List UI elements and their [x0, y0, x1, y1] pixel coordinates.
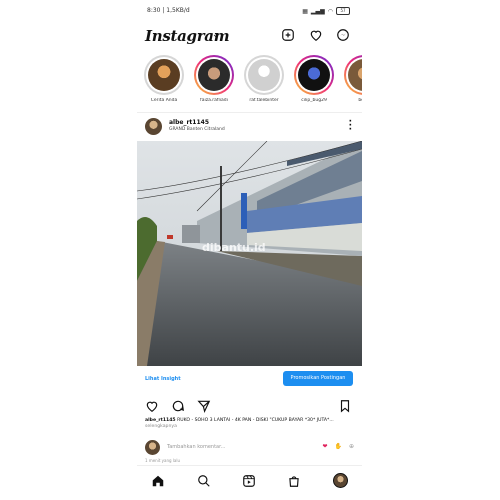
post-image[interactable]: dibantu.id: [137, 141, 362, 366]
story-ring-inner: [196, 57, 232, 93]
status-icons: ▦ ▂▄▆ ◠ 57: [302, 7, 350, 15]
home-icon[interactable]: [151, 474, 165, 488]
sim-icon: ▦: [302, 7, 308, 15]
story-avatar: [198, 59, 230, 91]
post-location[interactable]: GRAND Banten Citraland: [169, 127, 225, 132]
post-header: albe_rt1145 GRAND Banten Citraland · · ·: [137, 116, 362, 138]
story-label: faiza.rafliadi: [200, 98, 228, 103]
story-item[interactable]: raf.talebinter: [242, 55, 286, 103]
story-avatar: [248, 59, 280, 91]
view-insights-link[interactable]: Lihat Insight: [145, 376, 181, 382]
story-ring-inner: [296, 57, 332, 93]
story-label: cilip_bug29: [301, 98, 327, 103]
share-icon[interactable]: [197, 399, 211, 413]
stories-tray: Cerita Anda faiza.rafliadi raf.talebinte…: [137, 55, 362, 110]
promo-bar: Lihat Insight Promosikan Postingan: [137, 368, 362, 388]
story-ring: [294, 55, 334, 95]
promote-button[interactable]: Promosikan Postingan: [283, 371, 353, 386]
story-ring-inner: [346, 57, 362, 93]
more-options-icon[interactable]: · · ·: [349, 118, 352, 135]
watermark-text: dibantu.id: [202, 241, 266, 254]
search-icon[interactable]: [197, 474, 211, 488]
story-ring: [194, 55, 234, 95]
phone-screen: 8:30 | 1,5KB/d ▦ ▂▄▆ ◠ 57 Instagram ⌄ Ce…: [137, 0, 362, 500]
story-ring-inner: [246, 57, 282, 93]
story-ring: [144, 55, 184, 95]
story-avatar: [148, 59, 180, 91]
avatar: [145, 440, 160, 455]
story-ring: [244, 55, 284, 95]
caption-more-link[interactable]: selengkapnya: [145, 424, 177, 429]
story-item[interactable]: Cerita Anda: [142, 55, 186, 103]
comment-input[interactable]: Tambahkan komentar...: [167, 444, 225, 450]
story-ring-inner: [146, 57, 182, 93]
post-actions: [137, 396, 362, 416]
add-emoji-icon[interactable]: ⊕: [349, 443, 354, 450]
shop-icon[interactable]: [287, 474, 301, 488]
story-label: bend: [358, 98, 362, 103]
quick-reactions: ❤ ✋ ⊕: [322, 443, 354, 450]
top-bar: Instagram ⌄: [137, 24, 362, 48]
caption-username[interactable]: albe_rt1145: [145, 418, 176, 423]
story-label: raf.talebinter: [249, 98, 279, 103]
comment-icon[interactable]: [171, 399, 185, 413]
story-item[interactable]: bend: [342, 55, 362, 103]
battery-icon: 57: [336, 7, 350, 15]
add-post-icon[interactable]: [281, 28, 295, 42]
status-bar: 8:30 | 1,5KB/d ▦ ▂▄▆ ◠ 57: [137, 0, 362, 22]
signal-icon: ▂▄▆: [310, 7, 325, 15]
like-icon[interactable]: [145, 399, 159, 413]
post-timestamp: 1 menit yang lalu: [145, 458, 181, 463]
bookmark-icon[interactable]: [338, 399, 352, 413]
story-avatar: [348, 59, 362, 91]
story-ring: [344, 55, 362, 95]
messenger-icon[interactable]: [336, 28, 350, 42]
post-username[interactable]: albe_rt1145: [169, 119, 209, 126]
story-item[interactable]: cilip_bug29: [292, 55, 336, 103]
story-label: Cerita Anda: [150, 98, 178, 103]
clap-emoji-icon[interactable]: ✋: [334, 443, 341, 450]
divider: [137, 112, 362, 113]
comment-row: Tambahkan komentar... ❤ ✋ ⊕: [137, 438, 362, 456]
status-time: 8:30 | 1,5KB/d: [147, 7, 190, 14]
profile-avatar[interactable]: [333, 473, 348, 488]
heart-icon[interactable]: [309, 28, 323, 42]
reels-icon[interactable]: [242, 474, 256, 488]
wifi-icon: ◠: [327, 7, 333, 15]
bottom-nav: [137, 465, 362, 496]
heart-emoji-icon[interactable]: ❤: [322, 443, 327, 450]
chevron-down-icon[interactable]: ⌄: [212, 30, 220, 40]
story-item[interactable]: faiza.rafliadi: [192, 55, 236, 103]
post-caption: albe_rt1145 RUKO - SOHO 3 LANTAI - 4K PA…: [145, 418, 355, 430]
caption-text: RUKO - SOHO 3 LANTAI - 4K PAN - DISKI "C…: [177, 418, 334, 423]
story-avatar: [298, 59, 330, 91]
avatar[interactable]: [145, 118, 162, 135]
